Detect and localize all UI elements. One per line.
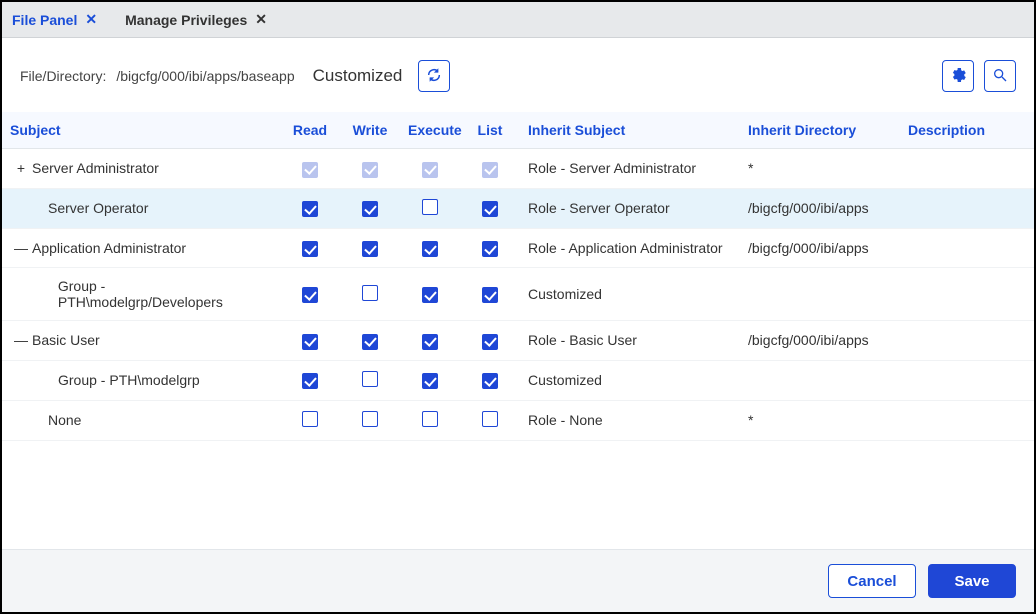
table-row[interactable]: —Basic User Role - Basic User/bigcfg/000/… <box>2 321 1034 361</box>
checkbox[interactable] <box>482 201 498 217</box>
checkbox[interactable] <box>362 201 378 217</box>
col-subject[interactable]: Subject <box>2 112 280 149</box>
close-icon[interactable]: ✕ <box>255 11 267 28</box>
inherit-subject-text: Customized <box>528 372 602 388</box>
col-inherit-directory[interactable]: Inherit Directory <box>740 112 900 149</box>
checkbox <box>422 162 438 178</box>
checkbox[interactable] <box>482 411 498 427</box>
checkbox[interactable] <box>302 373 318 389</box>
checkbox[interactable] <box>482 241 498 257</box>
checkbox <box>362 162 378 178</box>
checkbox[interactable] <box>422 241 438 257</box>
toolbar: File/Directory: /bigcfg/000/ibi/apps/bas… <box>2 38 1034 112</box>
table-row[interactable]: None Role - None * <box>2 400 1034 440</box>
inherit-directory-text: * <box>748 412 753 428</box>
subject-text: Server Administrator <box>32 160 159 176</box>
cancel-button[interactable]: Cancel <box>828 564 916 598</box>
privileges-table: Subject Read Write Execute List Inherit … <box>2 112 1034 441</box>
subject-text: None <box>48 412 81 428</box>
checkbox[interactable] <box>422 373 438 389</box>
inherit-subject-text: Role - Application Administrator <box>528 240 723 256</box>
checkbox[interactable] <box>362 334 378 350</box>
subject-text: Server Operator <box>48 200 148 216</box>
checkbox[interactable] <box>482 287 498 303</box>
subject-text: Basic User <box>32 332 100 348</box>
checkbox[interactable] <box>302 241 318 257</box>
search-button[interactable] <box>984 60 1016 92</box>
subject-cell: —Application Administrator <box>10 240 272 256</box>
checkbox[interactable] <box>482 334 498 350</box>
checkbox[interactable] <box>362 285 378 301</box>
checkbox[interactable] <box>302 287 318 303</box>
tab-bar: File Panel ✕ Manage Privileges ✕ <box>2 2 1034 38</box>
tab-label: File Panel <box>12 12 77 28</box>
col-write[interactable]: Write <box>340 112 400 149</box>
subject-text: Group - PTH\modelgrp/Developers <box>58 278 272 310</box>
checkbox[interactable] <box>422 334 438 350</box>
table-row[interactable]: —Application Administrator Role - Applica… <box>2 228 1034 268</box>
inherit-directory-text: /bigcfg/000/ibi/apps <box>748 240 869 256</box>
close-icon[interactable]: ✕ <box>85 11 97 28</box>
tab-manage-privileges[interactable]: Manage Privileges ✕ <box>125 11 267 28</box>
checkbox[interactable] <box>302 201 318 217</box>
col-read[interactable]: Read <box>280 112 340 149</box>
inherit-subject-text: Customized <box>528 286 602 302</box>
tab-file-panel[interactable]: File Panel ✕ <box>12 11 97 28</box>
checkbox[interactable] <box>422 287 438 303</box>
expand-icon[interactable]: — <box>14 240 28 256</box>
checkbox[interactable] <box>362 371 378 387</box>
checkbox[interactable] <box>302 334 318 350</box>
inherit-subject-text: Role - Server Administrator <box>528 160 696 176</box>
table-header-row: Subject Read Write Execute List Inherit … <box>2 112 1034 149</box>
toolbar-right <box>942 60 1016 92</box>
subject-cell: Server Operator <box>10 200 272 216</box>
col-list[interactable]: List <box>460 112 520 149</box>
tab-label: Manage Privileges <box>125 12 247 28</box>
inherit-subject-text: Role - None <box>528 412 603 428</box>
inherit-subject-text: Role - Server Operator <box>528 200 670 216</box>
checkbox <box>482 162 498 178</box>
file-directory-label: File/Directory: <box>20 68 106 84</box>
subject-cell: Group - PTH\modelgrp <box>10 372 272 388</box>
subject-text: Application Administrator <box>32 240 186 256</box>
search-icon <box>992 67 1008 86</box>
privileges-table-wrap: Subject Read Write Execute List Inherit … <box>2 112 1034 549</box>
save-button[interactable]: Save <box>928 564 1016 598</box>
refresh-button[interactable] <box>418 60 450 92</box>
footer: Cancel Save <box>2 549 1034 612</box>
status-text: Customized <box>313 66 403 86</box>
inherit-directory-text: /bigcfg/000/ibi/apps <box>748 200 869 216</box>
checkbox[interactable] <box>362 241 378 257</box>
checkbox[interactable] <box>422 199 438 215</box>
checkbox[interactable] <box>422 411 438 427</box>
table-row[interactable]: +Server Administrator Role - Server Admin… <box>2 149 1034 189</box>
gear-icon <box>950 67 966 86</box>
window: File Panel ✕ Manage Privileges ✕ File/Di… <box>0 0 1036 614</box>
col-execute[interactable]: Execute <box>400 112 460 149</box>
subject-cell: None <box>10 412 272 428</box>
subject-cell: +Server Administrator <box>10 160 272 176</box>
table-row[interactable]: Server Operator Role - Server Operator/bi… <box>2 188 1034 228</box>
checkbox <box>302 162 318 178</box>
checkbox[interactable] <box>362 411 378 427</box>
inherit-directory-text: * <box>748 160 753 176</box>
inherit-directory-text: /bigcfg/000/ibi/apps <box>748 332 869 348</box>
refresh-icon <box>426 67 442 86</box>
col-inherit-subject[interactable]: Inherit Subject <box>520 112 740 149</box>
file-directory-path: /bigcfg/000/ibi/apps/baseapp <box>116 68 294 84</box>
table-row[interactable]: Group - PTH\modelgrp/Developers Customize… <box>2 268 1034 321</box>
subject-cell: —Basic User <box>10 332 272 348</box>
checkbox[interactable] <box>482 373 498 389</box>
table-row[interactable]: Group - PTH\modelgrp Customized <box>2 360 1034 400</box>
expand-icon[interactable]: — <box>14 332 28 348</box>
expand-icon[interactable]: + <box>14 160 28 176</box>
subject-text: Group - PTH\modelgrp <box>58 372 200 388</box>
checkbox[interactable] <box>302 411 318 427</box>
col-description[interactable]: Description <box>900 112 1034 149</box>
settings-button[interactable] <box>942 60 974 92</box>
table-body: +Server Administrator Role - Server Admin… <box>2 149 1034 441</box>
inherit-subject-text: Role - Basic User <box>528 332 637 348</box>
subject-cell: Group - PTH\modelgrp/Developers <box>10 278 272 310</box>
